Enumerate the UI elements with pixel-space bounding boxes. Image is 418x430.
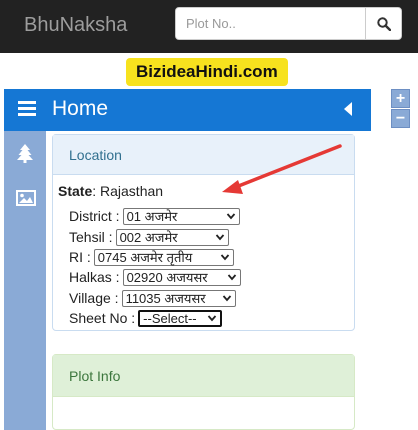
halkas-field: Halkas : 02920 अजयसर — [69, 268, 241, 286]
page-title: Home — [52, 97, 109, 120]
zoom-in-button[interactable]: + — [391, 89, 410, 108]
tehsil-select[interactable]: 002 अजमेर — [115, 228, 229, 246]
sheet-select-value: --Select-- — [143, 310, 197, 326]
halkas-select-value: 02920 अजयसर — [126, 270, 208, 285]
zoom-out-button[interactable]: − — [391, 109, 410, 128]
search-icon — [376, 16, 391, 31]
tehsil-field: Tehsil : 002 अजमेर — [69, 228, 229, 246]
hamburger-menu-icon[interactable] — [18, 101, 36, 117]
location-panel-heading: Location — [53, 135, 354, 175]
location-panel: Location State: Rajasthan District : 01 … — [52, 134, 355, 331]
tree-icon[interactable] — [16, 143, 34, 163]
chevron-down-icon — [207, 315, 217, 322]
plot-info-heading: Plot Info — [53, 355, 354, 397]
ri-field: RI : 0745 अजमेर तृतीय — [69, 248, 234, 266]
app-brand[interactable]: BhuNaksha — [24, 14, 127, 37]
sheet-field: Sheet No : --Select-- — [69, 309, 223, 327]
watermark-badge: BizideaHindi.com — [126, 58, 288, 86]
state-value: : Rajasthan — [92, 183, 164, 199]
district-field: District : 01 अजमेर — [69, 207, 240, 225]
zoom-out-label: − — [395, 109, 406, 127]
image-icon[interactable] — [16, 190, 36, 206]
chevron-down-icon — [220, 254, 229, 261]
caret-left-icon[interactable] — [344, 102, 352, 116]
chevron-down-icon — [226, 213, 235, 220]
district-select[interactable]: 01 अजमेर — [122, 207, 240, 225]
sheet-label: Sheet No : — [69, 310, 136, 326]
district-select-value: 01 अजमेर — [126, 209, 178, 224]
village-select[interactable]: 11035 अजयसर — [121, 289, 236, 307]
village-label: Village : — [69, 290, 119, 306]
ri-label: RI : — [69, 249, 91, 265]
zoom-in-label: + — [395, 89, 406, 107]
halkas-select[interactable]: 02920 अजयसर — [122, 268, 241, 286]
village-field: Village : 11035 अजयसर — [69, 289, 236, 307]
ri-select-value: 0745 अजमेर तृतीय — [97, 250, 193, 265]
plot-search — [175, 7, 402, 40]
state-line: State: Rajasthan — [58, 183, 163, 199]
sidebar — [4, 131, 46, 430]
village-select-value: 11035 अजयसर — [125, 291, 206, 306]
chevron-down-icon — [222, 295, 231, 302]
plot-search-input[interactable] — [176, 8, 365, 39]
search-button[interactable] — [365, 8, 401, 39]
ri-select[interactable]: 0745 अजमेर तृतीय — [93, 248, 234, 266]
top-navbar: BhuNaksha — [0, 0, 418, 53]
halkas-label: Halkas : — [69, 269, 120, 285]
district-label: District : — [69, 208, 120, 224]
tehsil-select-value: 002 अजमेर — [119, 230, 178, 245]
sheet-select[interactable]: --Select-- — [138, 309, 223, 327]
home-header: Home — [4, 89, 371, 131]
chevron-down-icon — [215, 234, 224, 241]
tehsil-label: Tehsil : — [69, 229, 113, 245]
state-label: State — [58, 183, 93, 199]
plot-info-panel: Plot Info — [52, 354, 355, 430]
chevron-down-icon — [227, 274, 236, 281]
